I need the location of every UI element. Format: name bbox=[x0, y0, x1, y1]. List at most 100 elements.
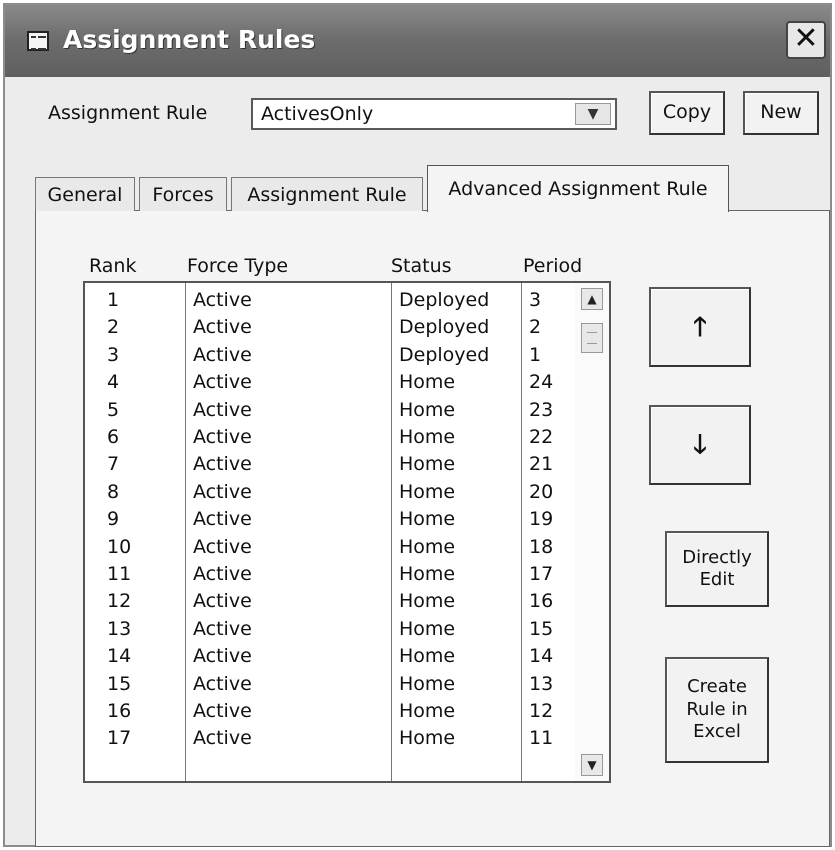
cell-status: Home bbox=[399, 700, 456, 722]
assignment-rule-combobox[interactable]: ActivesOnly ▼ bbox=[251, 98, 617, 130]
tab-general[interactable]: General bbox=[35, 177, 135, 211]
tab-forces-label: Forces bbox=[152, 183, 214, 206]
cell-force-type: Active bbox=[193, 371, 252, 394]
list-row[interactable]: 17 Active Home 11 bbox=[85, 725, 609, 752]
cell-period: 17 bbox=[529, 563, 554, 585]
close-button[interactable]: ✕ bbox=[786, 21, 826, 59]
cell-status: Home bbox=[399, 617, 456, 640]
cell-status: Home bbox=[399, 398, 456, 421]
list-row[interactable]: 15 Active Home 13 bbox=[85, 671, 609, 698]
cell-force-type: Active bbox=[193, 535, 252, 558]
cell-force-type: Active bbox=[193, 508, 252, 531]
form-icon bbox=[27, 31, 49, 51]
cell-rank: 7 bbox=[107, 453, 120, 476]
list-row[interactable]: 12 Active Home 16 bbox=[85, 588, 609, 615]
window-title: Assignment Rules bbox=[63, 25, 316, 54]
tab-forces[interactable]: Forces bbox=[139, 177, 227, 211]
cell-rank: 8 bbox=[107, 480, 120, 503]
column-header-rank: Rank bbox=[89, 255, 137, 277]
copy-button-label: Copy bbox=[662, 101, 712, 124]
cell-status: Home bbox=[399, 563, 456, 585]
list-row[interactable]: 6 Active Home 22 bbox=[85, 424, 609, 451]
cell-status: Home bbox=[399, 535, 456, 558]
cell-period: 21 bbox=[529, 453, 554, 476]
cell-period: 16 bbox=[529, 590, 554, 613]
cell-rank: 16 bbox=[107, 700, 132, 722]
list-row[interactable]: 7 Active Home 21 bbox=[85, 451, 609, 478]
cell-rank: 1 bbox=[107, 289, 120, 311]
cell-force-type: Active bbox=[193, 289, 252, 311]
cell-force-type: Active bbox=[193, 316, 252, 339]
column-header-status: Status bbox=[391, 255, 452, 277]
chevron-down-icon[interactable]: ▼ bbox=[575, 103, 611, 125]
cell-status: Home bbox=[399, 371, 456, 394]
cell-status: Home bbox=[399, 426, 456, 448]
list-row[interactable]: 2 Active Deployed 2 bbox=[85, 314, 609, 341]
assignment-rules-window: Assignment Rules ✕ Assignment Rule Activ… bbox=[3, 3, 832, 847]
cell-force-type: Active bbox=[193, 398, 252, 421]
cell-rank: 17 bbox=[107, 727, 132, 750]
cell-force-type: Active bbox=[193, 617, 252, 640]
cell-status: Deployed bbox=[399, 343, 490, 366]
cell-force-type: Active bbox=[193, 672, 252, 695]
list-row[interactable]: 1 Active Deployed 3 bbox=[85, 287, 609, 314]
move-up-button[interactable]: 🡑 bbox=[649, 287, 751, 367]
scroll-up-icon[interactable]: ▲ bbox=[581, 288, 603, 310]
cell-rank: 10 bbox=[107, 535, 132, 558]
cell-force-type: Active bbox=[193, 563, 252, 585]
list-row[interactable]: 10 Active Home 18 bbox=[85, 534, 609, 561]
list-scrollbar[interactable]: ▲ ▼ bbox=[575, 283, 609, 781]
list-row[interactable]: 9 Active Home 19 bbox=[85, 506, 609, 533]
directly-edit-button[interactable]: Directly Edit bbox=[665, 531, 769, 607]
cell-period: 24 bbox=[529, 371, 554, 394]
column-header-force-type: Force Type bbox=[187, 255, 289, 277]
assignment-rule-value: ActivesOnly bbox=[261, 103, 374, 125]
list-row[interactable]: 14 Active Home 14 bbox=[85, 643, 609, 670]
cell-rank: 12 bbox=[107, 590, 132, 613]
cell-rank: 3 bbox=[107, 343, 120, 366]
arrow-down-icon: 🡓 bbox=[693, 429, 707, 460]
cell-force-type: Active bbox=[193, 645, 252, 668]
move-down-button[interactable]: 🡓 bbox=[649, 405, 751, 485]
copy-button[interactable]: Copy bbox=[649, 91, 725, 135]
cell-period: 15 bbox=[529, 617, 554, 640]
directly-edit-label: Directly Edit bbox=[682, 546, 752, 591]
cell-period: 23 bbox=[529, 398, 554, 421]
list-row[interactable]: 8 Active Home 20 bbox=[85, 479, 609, 506]
close-icon: ✕ bbox=[793, 21, 819, 56]
cell-rank: 14 bbox=[107, 645, 132, 668]
list-row[interactable]: 16 Active Home 12 bbox=[85, 698, 609, 725]
tab-advanced-assignment-rule[interactable]: Advanced Assignment Rule bbox=[427, 165, 729, 212]
rank-listbox[interactable]: 1 Active Deployed 3 2 Active Deployed 2 3 Active D… bbox=[83, 281, 611, 783]
create-rule-in-excel-button[interactable]: Create Rule in Excel bbox=[665, 657, 769, 763]
scroll-down-icon[interactable]: ▼ bbox=[581, 754, 603, 776]
list-row[interactable]: 3 Active Deployed 1 bbox=[85, 342, 609, 369]
cell-status: Home bbox=[399, 727, 456, 750]
cell-force-type: Active bbox=[193, 343, 252, 366]
cell-rank: 5 bbox=[107, 398, 120, 421]
cell-rank: 15 bbox=[107, 672, 132, 695]
scroll-thumb[interactable] bbox=[581, 323, 603, 353]
cell-status: Home bbox=[399, 645, 456, 668]
tab-assignment-rule-label: Assignment Rule bbox=[247, 183, 407, 206]
title-bar[interactable]: Assignment Rules ✕ bbox=[5, 5, 830, 77]
list-row[interactable]: 5 Active Home 23 bbox=[85, 397, 609, 424]
list-row[interactable]: 4 Active Home 24 bbox=[85, 369, 609, 396]
list-row[interactable]: 11 Active Home 17 bbox=[85, 561, 609, 588]
list-row[interactable]: 13 Active Home 15 bbox=[85, 616, 609, 643]
arrow-up-icon: 🡑 bbox=[693, 311, 707, 342]
new-button[interactable]: New bbox=[743, 91, 819, 135]
tab-assignment-rule[interactable]: Assignment Rule bbox=[231, 177, 423, 211]
cell-force-type: Active bbox=[193, 480, 252, 503]
cell-status: Deployed bbox=[399, 316, 490, 339]
cell-period: 19 bbox=[529, 508, 554, 531]
cell-force-type: Active bbox=[193, 426, 252, 448]
cell-status: Deployed bbox=[399, 289, 490, 311]
cell-rank: 13 bbox=[107, 617, 132, 640]
cell-status: Home bbox=[399, 453, 456, 476]
column-header-period: Period bbox=[523, 255, 583, 277]
cell-rank: 4 bbox=[107, 371, 120, 394]
cell-force-type: Active bbox=[193, 590, 252, 613]
cell-period: 20 bbox=[529, 480, 554, 503]
cell-period: 14 bbox=[529, 645, 554, 668]
